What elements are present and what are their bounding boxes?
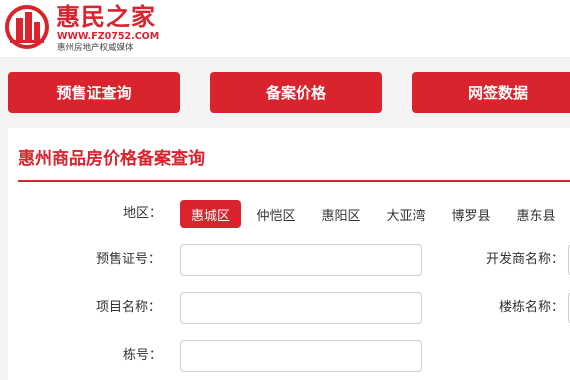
site-header: 惠民之家 WWW.FZ0752.COM 惠州房地产权威媒体 [0,0,570,58]
nav-online-signing-button[interactable]: 网签数据 [412,72,570,113]
district-option-boluo[interactable]: 博罗县 [443,200,499,228]
panel-gap [0,122,570,128]
district-option-dayawan[interactable]: 大亚湾 [378,200,434,228]
title-underline [18,180,570,182]
developer-name-label: 开发商名称： [486,252,565,267]
logo-title[interactable]: 惠民之家 [56,3,156,31]
project-name-input[interactable] [180,292,422,324]
building-number-input[interactable] [180,340,422,372]
district-option-huidong[interactable]: 惠东县 [508,200,564,228]
main-nav: 预售证查询 备案价格 网签数据 [0,58,570,122]
logo-tagline: 惠州房地产权威媒体 [57,43,134,53]
district-label: 地区： [123,206,163,221]
district-option-zhongkai[interactable]: 仲恺区 [248,200,304,228]
page-title: 惠州商品房价格备案查询 [18,149,205,169]
district-option-huicheng[interactable]: 惠城区 [180,200,241,228]
nav-presale-query-button[interactable]: 预售证查询 [8,72,180,113]
logo-url: WWW.FZ0752.COM [57,31,160,42]
panel-left-gutter [0,122,8,380]
presale-number-label: 预售证号： [96,252,162,267]
nav-filed-price-button[interactable]: 备案价格 [210,72,382,113]
building-number-label: 栋号： [123,348,163,363]
project-name-label: 项目名称： [96,300,162,315]
building-name-label: 楼栋名称： [499,300,565,315]
house-logo-icon[interactable] [4,4,50,50]
presale-number-input[interactable] [180,244,422,276]
district-option-huiyang[interactable]: 惠阳区 [313,200,369,228]
